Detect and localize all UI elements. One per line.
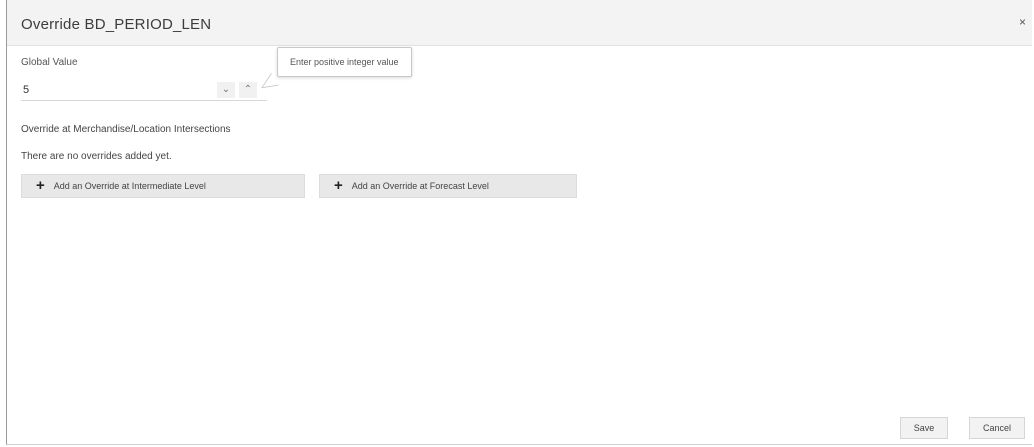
override-dialog: Override BD_PERIOD_LEN × Global Value ⌄ … — [6, 0, 1032, 445]
global-value-input[interactable] — [21, 80, 201, 100]
add-intermediate-override-button[interactable]: + Add an Override at Intermediate Level — [21, 174, 305, 198]
dialog-header: Override BD_PERIOD_LEN × — [7, 0, 1032, 46]
plus-icon: + — [36, 177, 45, 194]
add-forecast-override-label: Add an Override at Forecast Level — [352, 181, 489, 191]
input-hint-tooltip: Enter positive integer value — [277, 47, 412, 77]
global-value-label: Global Value — [21, 57, 78, 68]
plus-icon: + — [334, 177, 343, 194]
cancel-button[interactable]: Cancel — [969, 417, 1025, 439]
close-icon[interactable]: × — [1019, 16, 1026, 28]
chevron-up-icon[interactable]: ⌃ — [239, 82, 257, 98]
global-value-field: ⌄ ⌃ — [21, 80, 267, 101]
dialog-title: Override BD_PERIOD_LEN — [21, 16, 211, 33]
add-intermediate-override-label: Add an Override at Intermediate Level — [54, 181, 206, 191]
chevron-down-icon[interactable]: ⌄ — [217, 82, 235, 98]
save-button[interactable]: Save — [900, 417, 948, 439]
add-forecast-override-button[interactable]: + Add an Override at Forecast Level — [319, 174, 577, 198]
empty-overrides-text: There are no overrides added yet. — [21, 151, 172, 162]
overrides-section-label: Override at Merchandise/Location Interse… — [21, 124, 231, 135]
